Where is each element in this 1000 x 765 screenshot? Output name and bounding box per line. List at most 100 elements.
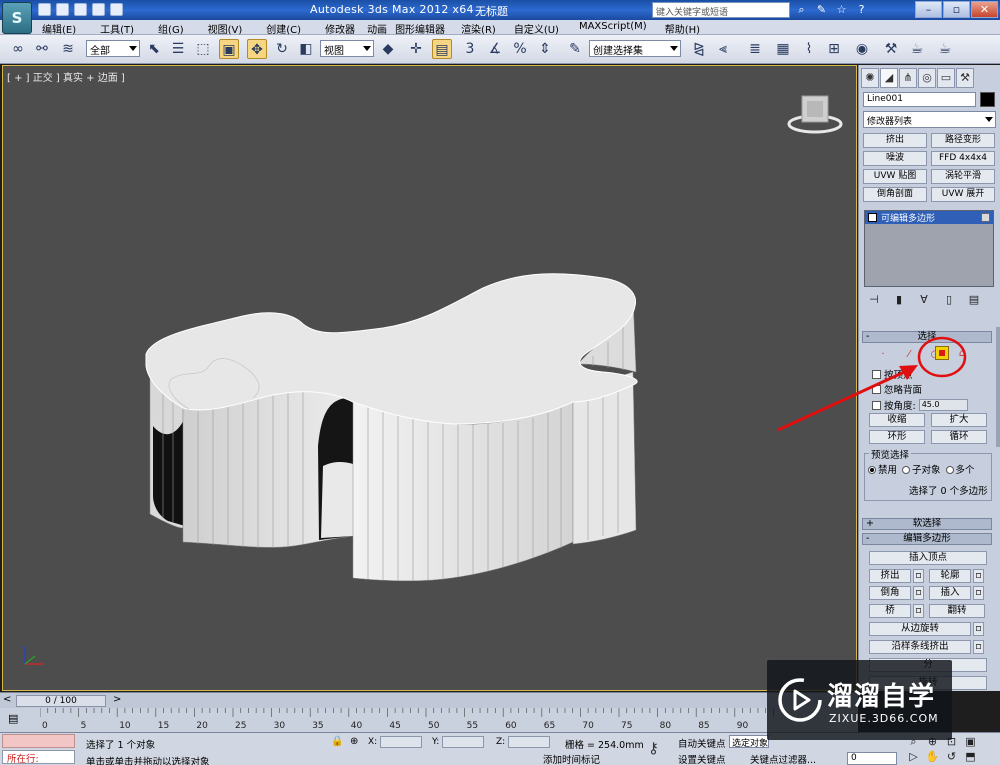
flip-button[interactable]: 翻转 xyxy=(929,604,985,618)
x-field[interactable] xyxy=(380,736,423,748)
material-editor-icon[interactable]: ◉ xyxy=(852,39,872,59)
angle-snap-icon[interactable]: ∡ xyxy=(485,39,505,59)
current-frame-field[interactable]: 0 xyxy=(847,752,897,765)
extrude-along-spline-button[interactable]: 沿样条线挤出 xyxy=(869,640,971,654)
maxscript-mini-listener[interactable]: 所在行: xyxy=(2,750,75,765)
save-file-icon[interactable] xyxy=(74,3,87,16)
z-field[interactable] xyxy=(508,736,551,748)
time-slider[interactable]: 0 / 100 xyxy=(16,695,106,707)
extrude-along-spline-settings-icon[interactable]: ▫ xyxy=(973,640,984,654)
display-tab-icon[interactable]: ▭ xyxy=(937,68,955,88)
absolute-mode-icon[interactable]: ⊕ xyxy=(350,736,358,747)
ffd-modifier-button[interactable]: FFD 4x4x4 xyxy=(931,151,995,166)
new-file-icon[interactable] xyxy=(38,3,51,16)
select-move-icon[interactable]: ✥ xyxy=(247,39,267,59)
maximize-viewport-icon[interactable]: ⬒ xyxy=(962,750,979,764)
loop-button[interactable]: 循环 xyxy=(931,430,987,444)
undo-icon[interactable] xyxy=(92,3,105,16)
modifier-stack[interactable]: 可编辑多边形 xyxy=(864,210,994,287)
curve-editor-icon[interactable]: ⌇ xyxy=(799,39,819,59)
extrude-modifier-button[interactable]: 挤出 xyxy=(863,133,927,148)
modify-tab-icon[interactable]: ◢ xyxy=(880,68,898,88)
object-name-field[interactable]: Line001 xyxy=(863,92,976,107)
window-crossing-icon[interactable]: ▣ xyxy=(219,39,239,59)
outline-button[interactable]: 轮廓 xyxy=(929,569,971,583)
extrude-settings-icon[interactable]: ▫ xyxy=(913,569,924,583)
by-vertex-checkbox[interactable]: 按顶点 xyxy=(872,367,913,381)
keyboard-shortcut-override-icon[interactable]: ▤ xyxy=(432,39,452,59)
perspective-viewport[interactable]: [ + ] 正交 ] 真实 + 边面 ] xyxy=(2,65,857,691)
unlink-icon[interactable]: ⚯ xyxy=(32,39,52,59)
app-menu-button[interactable]: S xyxy=(2,2,32,34)
menu-customize[interactable]: 自定义(U) xyxy=(514,21,559,36)
open-file-icon[interactable] xyxy=(56,3,69,16)
link-icon[interactable]: ∞ xyxy=(8,39,28,59)
hinge-from-edge-button[interactable]: 从边旋转 xyxy=(869,622,971,636)
menu-graph-editors[interactable]: 图形编辑器 xyxy=(395,21,445,36)
edit-named-selection-icon[interactable]: ✎ xyxy=(565,39,585,59)
hinge-settings-icon[interactable]: ▫ xyxy=(973,622,984,636)
bevel-settings-icon[interactable]: ▫ xyxy=(913,586,924,600)
inset-button[interactable]: 插入 xyxy=(929,586,971,600)
ring-button[interactable]: 环形 xyxy=(869,430,925,444)
bevel-profile-modifier-button[interactable]: 倒角剖面 xyxy=(863,187,927,202)
tools-icon[interactable]: ✎ xyxy=(815,3,828,16)
zoom-extents-all-icon[interactable]: ▣ xyxy=(962,735,979,749)
bevel-button[interactable]: 倒角 xyxy=(869,586,911,600)
maxscript-listener[interactable] xyxy=(2,734,75,748)
schematic-view-icon[interactable]: ⊞ xyxy=(824,39,844,59)
pivot-center-icon[interactable]: ◆ xyxy=(378,39,398,59)
add-time-tag[interactable]: 添加时间标记 xyxy=(543,752,600,765)
spinner-snap-icon[interactable]: ⇕ xyxy=(535,39,555,59)
region-select-icon[interactable]: ⬚ xyxy=(193,39,213,59)
snaps-toggle-icon[interactable]: 3 xyxy=(460,39,480,59)
help-icon[interactable]: ? xyxy=(855,3,868,16)
lock-selection-icon[interactable]: 🔒 xyxy=(331,736,343,747)
insert-vertex-button[interactable]: 插入顶点 xyxy=(869,551,987,565)
by-angle-checkbox[interactable]: 按角度: 45.0 xyxy=(872,398,968,412)
shrink-button[interactable]: 收缩 xyxy=(869,413,925,427)
track-bar[interactable]: ▤ 0 5 10 15 20 25 30 35 40 45 50 55 60 65 70 75 80 85 90 xyxy=(0,708,858,732)
field-of-view-icon[interactable]: ▷ xyxy=(905,750,922,764)
motion-tab-icon[interactable]: ◎ xyxy=(918,68,936,88)
bridge-settings-icon[interactable]: ▫ xyxy=(913,604,924,618)
selection-rollout-header[interactable]: - 选择 xyxy=(862,331,992,343)
configure-sets-icon[interactable]: ▤ xyxy=(967,293,981,307)
selected-object-dropdown[interactable]: 选定对象 xyxy=(729,735,769,748)
menu-maxscript[interactable]: MAXScript(M) xyxy=(579,21,647,36)
maximize-button[interactable]: ▫ xyxy=(943,1,970,18)
vertex-mode-icon[interactable]: · xyxy=(877,349,889,361)
minimize-button[interactable]: – xyxy=(915,1,942,18)
preview-multi-radio[interactable]: 多个 xyxy=(945,462,975,476)
bind-space-warp-icon[interactable]: ≋ xyxy=(58,39,78,59)
uvw-map-modifier-button[interactable]: UVW 贴图 xyxy=(863,169,927,184)
time-slider-right-arrow[interactable]: > xyxy=(113,694,121,705)
set-key-button[interactable]: 设置关键点 xyxy=(678,752,726,765)
mirror-icon[interactable]: ⧎ xyxy=(689,39,709,59)
auto-key-button[interactable]: 自动关键点 xyxy=(678,736,726,750)
ignore-backfacing-checkbox[interactable]: 忽略背面 xyxy=(872,382,922,396)
edge-mode-icon[interactable]: ⁄ xyxy=(903,349,915,361)
unwrap-uvw-modifier-button[interactable]: UVW 展开 xyxy=(931,187,995,202)
rendered-frame-icon[interactable]: ☕ xyxy=(907,39,927,59)
select-object-icon[interactable]: ⬉ xyxy=(144,39,164,59)
path-deform-modifier-button[interactable]: 路径变形 xyxy=(931,133,995,148)
edit-polygons-rollout-header[interactable]: - 编辑多边形 xyxy=(862,533,992,545)
menu-tools[interactable]: 工具(T) xyxy=(100,21,134,36)
layer-manager-icon[interactable]: ≣ xyxy=(745,39,765,59)
menu-help[interactable]: 帮助(H) xyxy=(665,21,700,36)
menu-create[interactable]: 创建(C) xyxy=(266,21,301,36)
key-icon[interactable]: ⚷ xyxy=(648,739,659,757)
key-filters-button[interactable]: 关键点过滤器... xyxy=(750,752,816,765)
mini-curve-editor-icon[interactable]: ▤ xyxy=(8,712,18,725)
expand-icon[interactable] xyxy=(868,213,877,222)
remove-modifier-icon[interactable]: ▯ xyxy=(942,293,956,307)
menu-views[interactable]: 视图(V) xyxy=(208,21,243,36)
grow-button[interactable]: 扩大 xyxy=(931,413,987,427)
turbosmooth-modifier-button[interactable]: 涡轮平滑 xyxy=(931,169,995,184)
time-slider-left-arrow[interactable]: < xyxy=(3,694,11,705)
render-setup-icon[interactable]: ⚒ xyxy=(881,39,901,59)
graphite-tools-icon[interactable]: ▦ xyxy=(773,39,793,59)
menu-modifiers[interactable]: 修改器 xyxy=(325,21,355,36)
menu-edit[interactable]: 编辑(E) xyxy=(42,21,76,36)
